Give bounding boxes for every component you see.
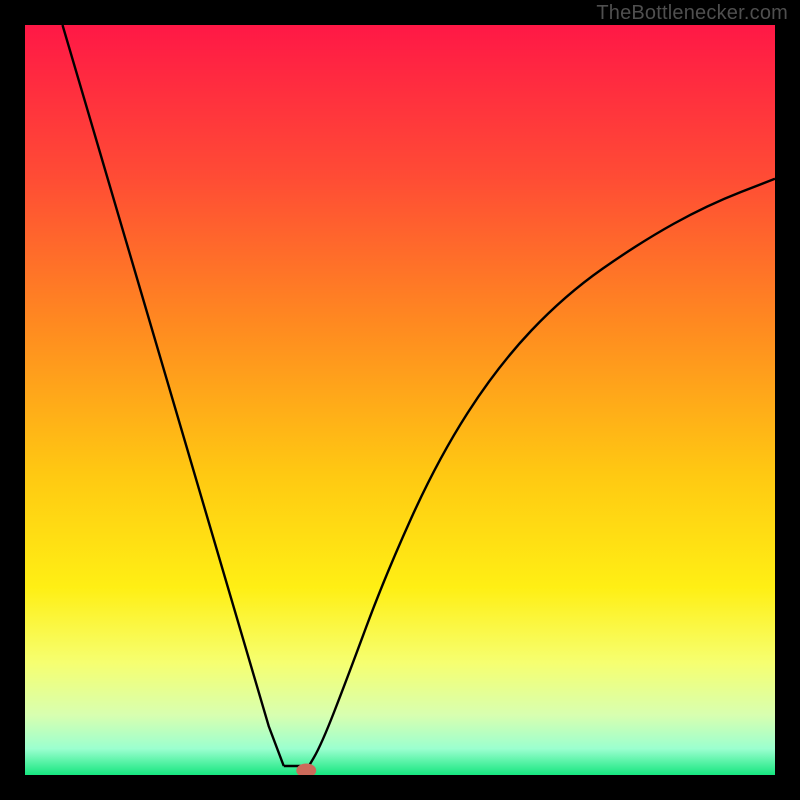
attribution-label: TheBottlenecker.com <box>596 2 788 25</box>
gradient-background <box>25 25 775 775</box>
plot-area <box>25 25 775 775</box>
chart-svg <box>25 25 775 775</box>
chart-frame: TheBottlenecker.com <box>0 0 800 800</box>
